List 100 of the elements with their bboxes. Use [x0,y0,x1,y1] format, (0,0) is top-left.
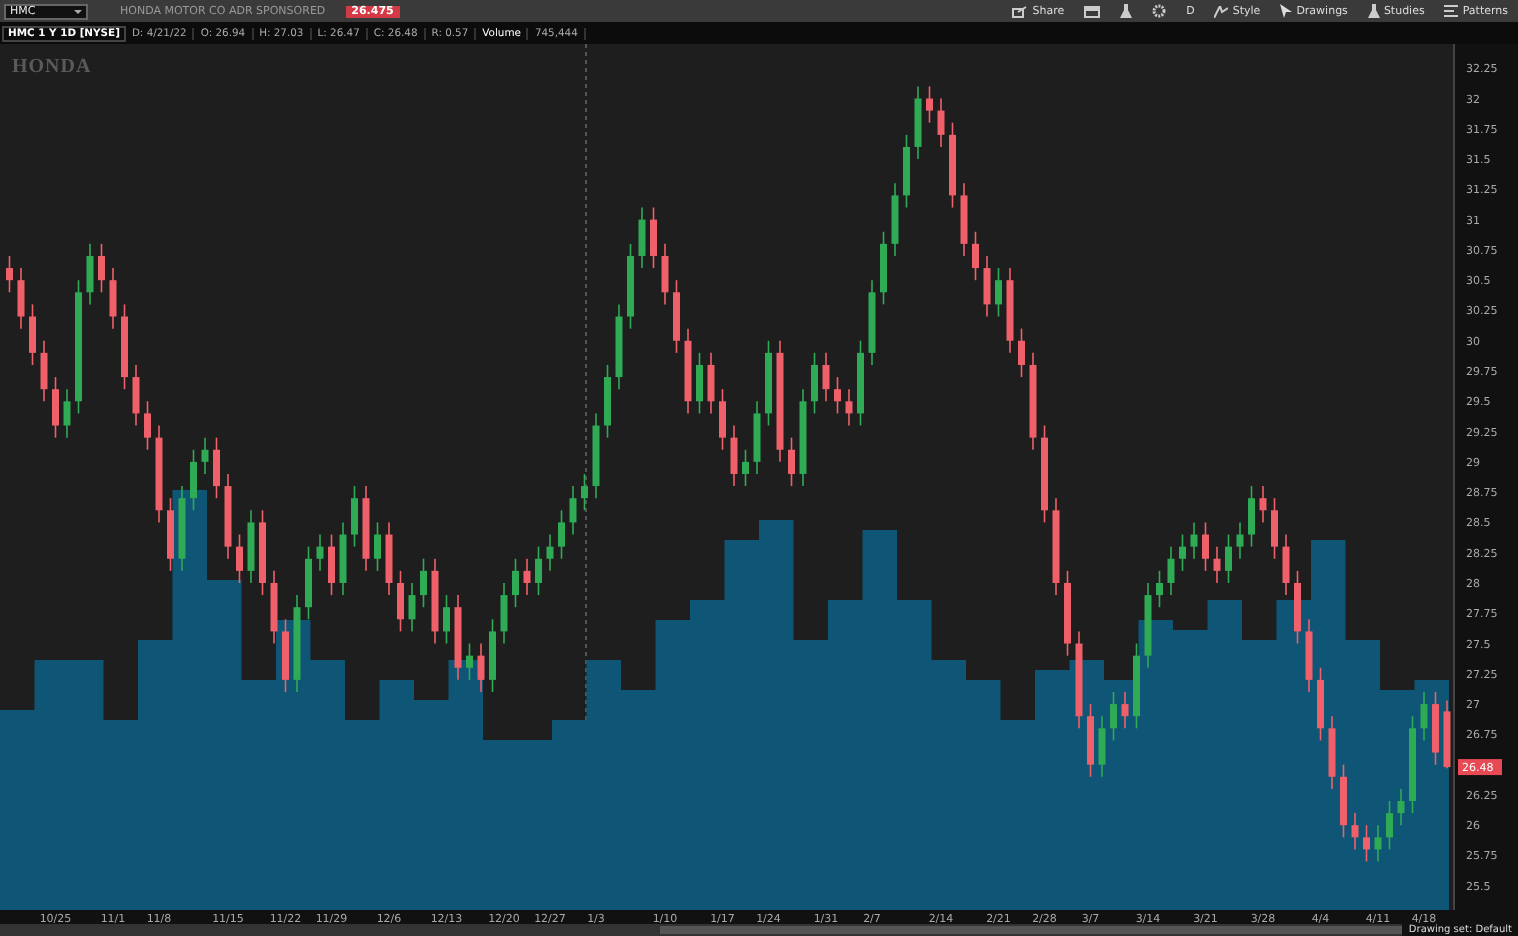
candlestick [742,448,749,487]
candlestick [1294,570,1301,645]
candlestick [1133,642,1140,730]
candlestick [201,436,209,475]
candlestick [385,521,393,596]
candlestick [546,533,554,572]
candlestick [1363,824,1370,863]
candlestick [512,557,519,608]
candlestick [983,255,991,318]
flask-icon [1120,4,1133,18]
candlestick [1397,788,1405,826]
candlestick [776,339,784,463]
candlestick [615,303,623,390]
candlestick [1018,327,1025,378]
candlestick [270,570,278,645]
candlestick [144,400,151,451]
candlestick [351,485,358,548]
candlestick [972,230,979,281]
candlestick [477,642,485,693]
candlestick [1087,703,1094,778]
caret-icon [74,9,82,13]
candlestick [489,618,496,693]
candlestick [558,509,565,560]
candlestick [443,594,450,645]
candlestick [17,267,25,330]
candlestick [891,182,899,257]
candlestick [1236,521,1244,560]
candlestick [339,521,347,596]
style-icon [1214,5,1229,17]
flask-icon [1367,4,1380,18]
candlestick [397,570,404,633]
candlestick [1121,691,1129,730]
candlestick [1156,570,1163,608]
candlestick [673,279,680,354]
candlestick [1167,545,1175,596]
candlestick [811,352,818,415]
candlestick [224,473,232,560]
candlestick [1006,267,1014,354]
candlestick [696,352,703,415]
candlestick [903,134,910,209]
candlestick [63,388,71,439]
candlestick [1064,570,1071,657]
candlestick [707,352,715,415]
candlestick [845,388,853,427]
candlestick [6,255,13,294]
candlestick [1374,824,1382,863]
candlestick [569,485,577,536]
candlestick [500,582,508,645]
candlestick [949,121,956,209]
candlestick [799,388,807,487]
candlestick [167,497,174,572]
cursor-icon [1280,4,1293,18]
candlestick [1179,533,1186,572]
candlestick [466,642,473,681]
candlestick [1317,666,1324,742]
candlestick [1305,618,1313,693]
candlestick [627,243,634,330]
candlestick [236,533,243,584]
candlestick [581,473,588,512]
candlestick [1041,424,1048,524]
candlestick [1328,715,1336,790]
candlestick [75,279,82,415]
candlestick [788,436,795,487]
candlestick [914,85,922,160]
candlestick [1202,521,1209,572]
candlestick [1075,630,1083,730]
candlestick [190,448,197,512]
candlestick [1443,699,1451,770]
candlestick [1271,497,1278,560]
candlestick [316,533,324,572]
scrollbar[interactable] [660,926,1403,934]
candlestick [247,509,255,584]
candlestick [213,436,220,499]
candlestick [1190,521,1198,560]
candlestick [523,557,531,596]
candlestick [374,521,381,572]
candlestick [926,85,933,124]
candlestick [29,303,36,366]
candlestick [638,206,646,269]
candlestick [178,485,186,572]
candlestick [765,339,772,427]
candlestick [1409,715,1416,814]
candlestick [1144,582,1152,669]
candlestick [604,364,611,439]
candlestick [52,376,59,439]
candlestick [753,400,761,475]
candlestick [259,509,266,596]
candlestick [328,533,335,596]
candlestick [408,582,416,633]
candlestick [730,424,738,487]
candlestick [362,485,370,572]
candlestick [1386,800,1393,851]
share-icon [1012,5,1029,17]
candlestick [109,267,117,330]
candlestick [121,303,128,390]
candlestick [1225,533,1232,584]
candlestick [86,243,94,306]
candlestick [1420,691,1428,742]
candlestick [1052,497,1060,596]
candlestick [454,594,462,681]
